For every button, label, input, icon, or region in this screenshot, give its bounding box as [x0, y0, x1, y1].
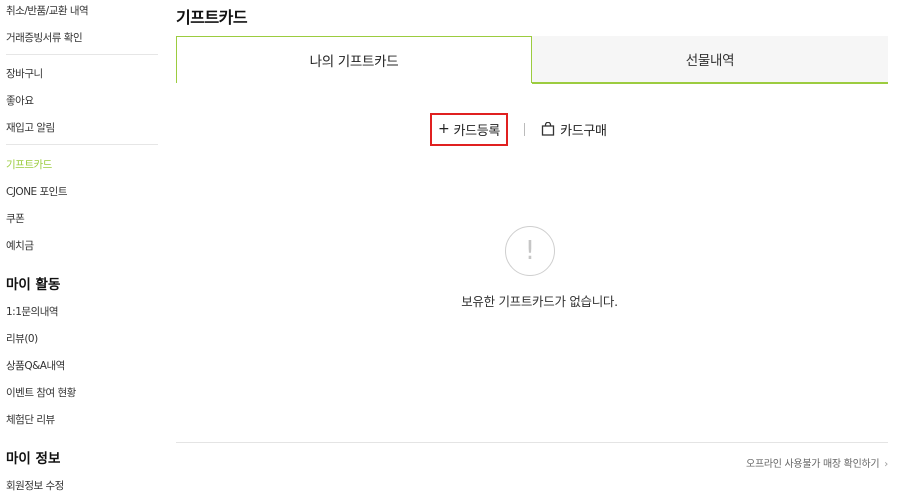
sidebar-divider [6, 144, 158, 145]
shopping-bag-icon [541, 122, 555, 136]
sidebar: 취소/반품/교환 내역 거래증빙서류 확인 장바구니 좋아요 재입고 알림 기프… [0, 0, 160, 494]
sidebar-item-transaction-documents[interactable]: 거래증빙서류 확인 [6, 30, 83, 45]
sidebar-item-edit-profile[interactable]: 회원정보 수정 [6, 478, 64, 493]
sidebar-item-restock-alert[interactable]: 재입고 알림 [6, 120, 55, 135]
content-divider [176, 442, 888, 443]
buy-card-label: 카드구매 [560, 123, 607, 139]
tab-gift-history[interactable]: 선물내역 [532, 36, 888, 82]
sidebar-item-cancel-return-exchange[interactable]: 취소/반품/교환 내역 [6, 3, 89, 18]
sidebar-item-event-participation[interactable]: 이벤트 참여 현황 [6, 385, 76, 400]
sidebar-item-trial-review[interactable]: 체험단 리뷰 [6, 412, 55, 427]
giftcard-actions: + 카드등록 카드구매 [430, 112, 607, 146]
buy-card-button[interactable]: 카드구매 [541, 120, 607, 139]
page-title: 기프트카드 [176, 8, 248, 27]
plus-icon: + [438, 121, 450, 137]
sidebar-item-cjone-point[interactable]: CJONE 포인트 [6, 184, 68, 199]
sidebar-heading-my-info: 마이 정보 [6, 451, 61, 467]
offline-store-link-label: 오프라인 사용불가 매장 확인하기 [746, 459, 880, 470]
sidebar-heading-my-activity: 마이 활동 [6, 277, 61, 293]
empty-state-message: 보유한 기프트카드가 없습니다. [461, 294, 618, 309]
sidebar-item-coupon[interactable]: 쿠폰 [6, 211, 25, 226]
sidebar-divider [6, 54, 158, 55]
chevron-right-icon: › [884, 459, 888, 470]
register-card-button[interactable]: + 카드등록 [430, 112, 509, 146]
tab-bar: 나의 기프트카드 선물내역 [176, 36, 888, 84]
action-separator [524, 122, 526, 136]
offline-store-link[interactable]: 오프라인 사용불가 매장 확인하기 › [746, 455, 888, 470]
tab-underline [532, 82, 888, 84]
exclamation-circle-icon: ! [505, 226, 555, 276]
sidebar-item-likes[interactable]: 좋아요 [6, 93, 34, 108]
register-card-label: 카드등록 [453, 123, 501, 139]
sidebar-item-deposit[interactable]: 예치금 [6, 238, 34, 253]
sidebar-item-giftcard[interactable]: 기프트카드 [6, 157, 52, 172]
sidebar-item-product-qna[interactable]: 상품Q&A내역 [6, 358, 65, 373]
sidebar-item-reviews[interactable]: 리뷰(0) [6, 331, 38, 346]
tab-my-giftcard[interactable]: 나의 기프트카드 [176, 36, 532, 83]
sidebar-item-cart[interactable]: 장바구니 [6, 66, 43, 81]
